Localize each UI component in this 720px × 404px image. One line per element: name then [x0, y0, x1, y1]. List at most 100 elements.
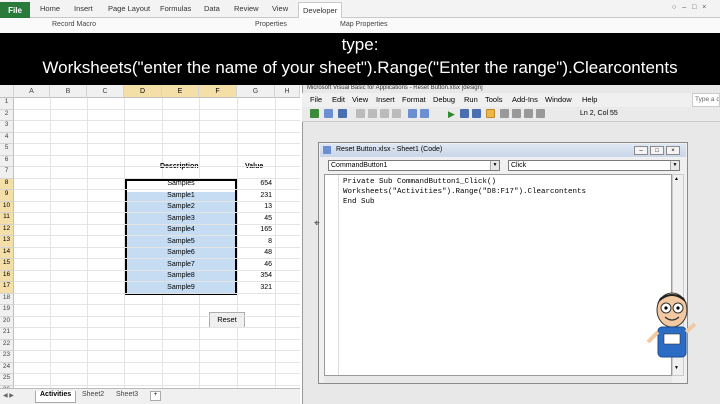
map-properties-button[interactable]: Map Properties	[340, 21, 387, 28]
sheet-tab-sheet3[interactable]: Sheet3	[112, 391, 142, 403]
description-cell[interactable]: Sample2	[127, 203, 235, 210]
description-cell[interactable]: Sample3	[127, 215, 235, 222]
cut-icon[interactable]	[356, 109, 365, 118]
column-header-d[interactable]: D	[124, 85, 162, 98]
tab-file[interactable]: File	[0, 2, 30, 18]
value-cell[interactable]: 8	[240, 238, 272, 245]
row-header-13[interactable]: 13	[0, 236, 14, 248]
sheet-nav-arrows-icon[interactable]: ◀ ▶	[3, 392, 14, 399]
row-header-17[interactable]: 17	[0, 282, 14, 294]
sheet-tab-sheet2[interactable]: Sheet2	[78, 391, 108, 403]
row-header-2[interactable]: 2	[0, 109, 14, 121]
tab-formulas[interactable]: Formulas	[160, 4, 191, 16]
row-header-3[interactable]: 3	[0, 121, 14, 133]
row-header-4[interactable]: 4	[0, 132, 14, 144]
procedure-combo[interactable]: Click ▼	[508, 160, 680, 171]
tab-insert[interactable]: Insert	[74, 4, 93, 16]
value-cell[interactable]: 165	[240, 226, 272, 233]
chevron-down-icon[interactable]: ▼	[670, 161, 679, 170]
column-header-e[interactable]: E	[162, 85, 199, 98]
value-cell[interactable]: 321	[240, 284, 272, 291]
code-line[interactable]: Private Sub CommandButton1_Click()	[343, 178, 496, 186]
row-header-10[interactable]: 10	[0, 201, 14, 213]
row-header-9[interactable]: 9	[0, 190, 14, 202]
properties-button[interactable]: Properties	[255, 21, 287, 28]
row-header-14[interactable]: 14	[0, 247, 14, 259]
sheet-tab-activities[interactable]: Activities	[35, 391, 77, 403]
undo-icon[interactable]	[408, 109, 417, 118]
code-line[interactable]: End Sub	[343, 198, 375, 206]
value-cell[interactable]: 231	[240, 192, 272, 199]
menu-add-ins[interactable]: Add-Ins	[512, 95, 538, 104]
code-line[interactable]: Worksheets("Activities").Range("D8:F17")…	[343, 188, 586, 196]
row-header-20[interactable]: 20	[0, 316, 14, 328]
row-header-6[interactable]: 6	[0, 155, 14, 167]
restore-icon[interactable]: □	[692, 4, 696, 11]
row-header-8[interactable]: 8	[0, 178, 14, 190]
code-restore-icon[interactable]: □	[650, 146, 664, 155]
description-cell[interactable]: Sample7	[127, 261, 235, 268]
value-cell[interactable]: 48	[240, 249, 272, 256]
reset-button[interactable]: Reset	[209, 312, 245, 328]
worksheet-area[interactable]: A B C D E F G H Description Value Reset …	[0, 85, 300, 404]
description-cell[interactable]: Sample6	[127, 249, 235, 256]
project-explorer-icon[interactable]	[500, 109, 509, 118]
paste-icon[interactable]	[380, 109, 389, 118]
row-header-19[interactable]: 19	[0, 305, 14, 317]
redo-icon[interactable]	[420, 109, 429, 118]
row-header-15[interactable]: 15	[0, 259, 14, 271]
row-header-1[interactable]: 1	[0, 98, 14, 110]
tab-page-layout[interactable]: Page Layout	[108, 4, 150, 16]
description-cell[interactable]: Samples	[127, 180, 235, 187]
description-cell[interactable]: Sample8	[127, 272, 235, 279]
chevron-down-icon[interactable]: ▼	[490, 161, 499, 170]
column-header-b[interactable]: B	[50, 85, 87, 98]
menu-help[interactable]: Help	[582, 95, 597, 104]
description-cell[interactable]: Sample1	[127, 192, 235, 199]
code-minimize-icon[interactable]: –	[634, 146, 648, 155]
value-cell[interactable]: 13	[240, 203, 272, 210]
description-cell[interactable]: Sample9	[127, 284, 235, 291]
tab-view[interactable]: View	[272, 4, 288, 16]
excel-icon[interactable]	[310, 109, 319, 118]
row-header-21[interactable]: 21	[0, 328, 14, 340]
properties-window-icon[interactable]	[512, 109, 521, 118]
row-header-24[interactable]: 24	[0, 362, 14, 374]
menu-tools[interactable]: Tools	[485, 95, 503, 104]
row-header-7[interactable]: 7	[0, 167, 14, 179]
menu-format[interactable]: Format	[402, 95, 426, 104]
object-browser-icon[interactable]	[524, 109, 533, 118]
tab-review[interactable]: Review	[234, 4, 259, 16]
value-cell[interactable]: 354	[240, 272, 272, 279]
menu-debug[interactable]: Debug	[433, 95, 455, 104]
copy-icon[interactable]	[368, 109, 377, 118]
horizontal-scrollbar[interactable]	[324, 376, 672, 383]
row-header-25[interactable]: 25	[0, 374, 14, 386]
reset-icon[interactable]	[472, 109, 481, 118]
help-search-input[interactable]: Type a q	[692, 93, 720, 107]
row-header-18[interactable]: 18	[0, 293, 14, 305]
menu-window[interactable]: Window	[545, 95, 572, 104]
row-header-16[interactable]: 16	[0, 270, 14, 282]
minimize-icon[interactable]: –	[682, 4, 686, 11]
column-header-h[interactable]: H	[275, 85, 300, 98]
break-icon[interactable]	[460, 109, 469, 118]
tab-data[interactable]: Data	[204, 4, 220, 16]
row-header-12[interactable]: 12	[0, 224, 14, 236]
description-cell[interactable]: Sample5	[127, 238, 235, 245]
object-combo[interactable]: CommandButton1 ▼	[328, 160, 500, 171]
select-all-corner[interactable]	[0, 85, 14, 98]
code-close-icon[interactable]: ×	[666, 146, 680, 155]
value-cell[interactable]: 46	[240, 261, 272, 268]
menu-insert[interactable]: Insert	[376, 95, 395, 104]
new-sheet-icon[interactable]: +	[150, 391, 161, 401]
design-mode-icon[interactable]	[486, 109, 495, 118]
find-icon[interactable]	[392, 109, 401, 118]
help-icon[interactable]: ○	[672, 4, 676, 11]
scroll-up-icon[interactable]: ▲	[674, 176, 679, 182]
row-header-11[interactable]: 11	[0, 213, 14, 225]
scroll-down-icon[interactable]: ▼	[674, 365, 679, 371]
code-window-titlebar[interactable]: Reset Button.xlsx - Sheet1 (Code) – □ ×	[320, 144, 686, 157]
record-macro-button[interactable]: Record Macro	[52, 21, 96, 28]
column-header-c[interactable]: C	[87, 85, 124, 98]
